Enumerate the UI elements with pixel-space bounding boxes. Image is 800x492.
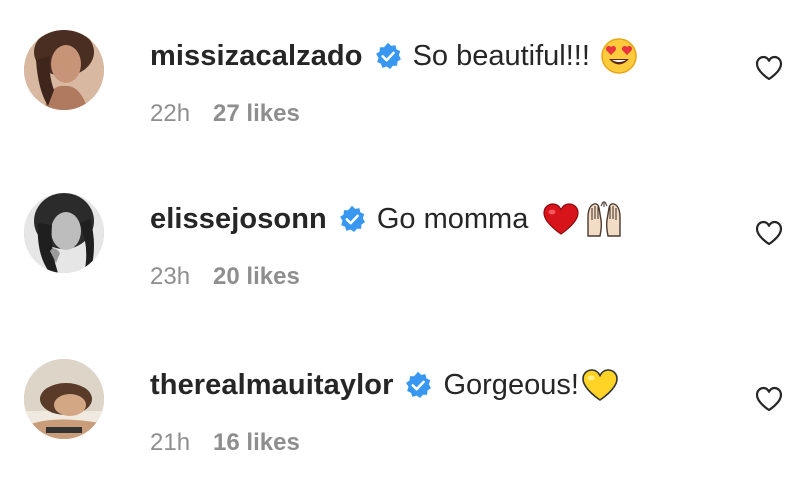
comment-item: therealmauitaylor Gorgeous! 21h 16 likes: [0, 329, 800, 469]
avatar[interactable]: [24, 30, 104, 110]
heart-eyes-emoji-icon: [600, 37, 638, 75]
verified-badge-icon: [338, 205, 366, 233]
heart-outline-icon[interactable]: [754, 385, 784, 413]
red-heart-emoji-icon: [542, 202, 580, 236]
verified-badge-icon: [404, 371, 432, 399]
comment-timestamp[interactable]: 23h: [150, 263, 190, 291]
username[interactable]: therealmauitaylor: [150, 369, 393, 402]
comment-item: elissejosonn Go momma 23h 20 likes: [0, 163, 800, 303]
avatar[interactable]: [24, 359, 104, 439]
username[interactable]: missizacalzado: [150, 40, 363, 73]
comment-text: So beautiful!!!: [412, 39, 590, 72]
comment-timestamp[interactable]: 22h: [150, 100, 190, 128]
verified-badge-icon: [374, 42, 402, 70]
raised-hands-emoji-icon: [584, 200, 624, 238]
username[interactable]: elissejosonn: [150, 203, 327, 236]
likes-count[interactable]: 27 likes: [213, 100, 300, 128]
comment-item: missizacalzado So beautiful!!! 22h 27 li…: [0, 0, 800, 140]
heart-outline-icon[interactable]: [754, 54, 784, 82]
comment-text: Go momma: [376, 202, 529, 235]
comment-timestamp[interactable]: 21h: [150, 429, 190, 457]
heart-outline-icon[interactable]: [754, 219, 784, 247]
yellow-heart-emoji-icon: [581, 368, 619, 402]
avatar[interactable]: [24, 193, 104, 273]
likes-count[interactable]: 20 likes: [213, 263, 300, 291]
likes-count[interactable]: 16 likes: [213, 429, 300, 457]
comment-text: Gorgeous!: [443, 368, 579, 401]
